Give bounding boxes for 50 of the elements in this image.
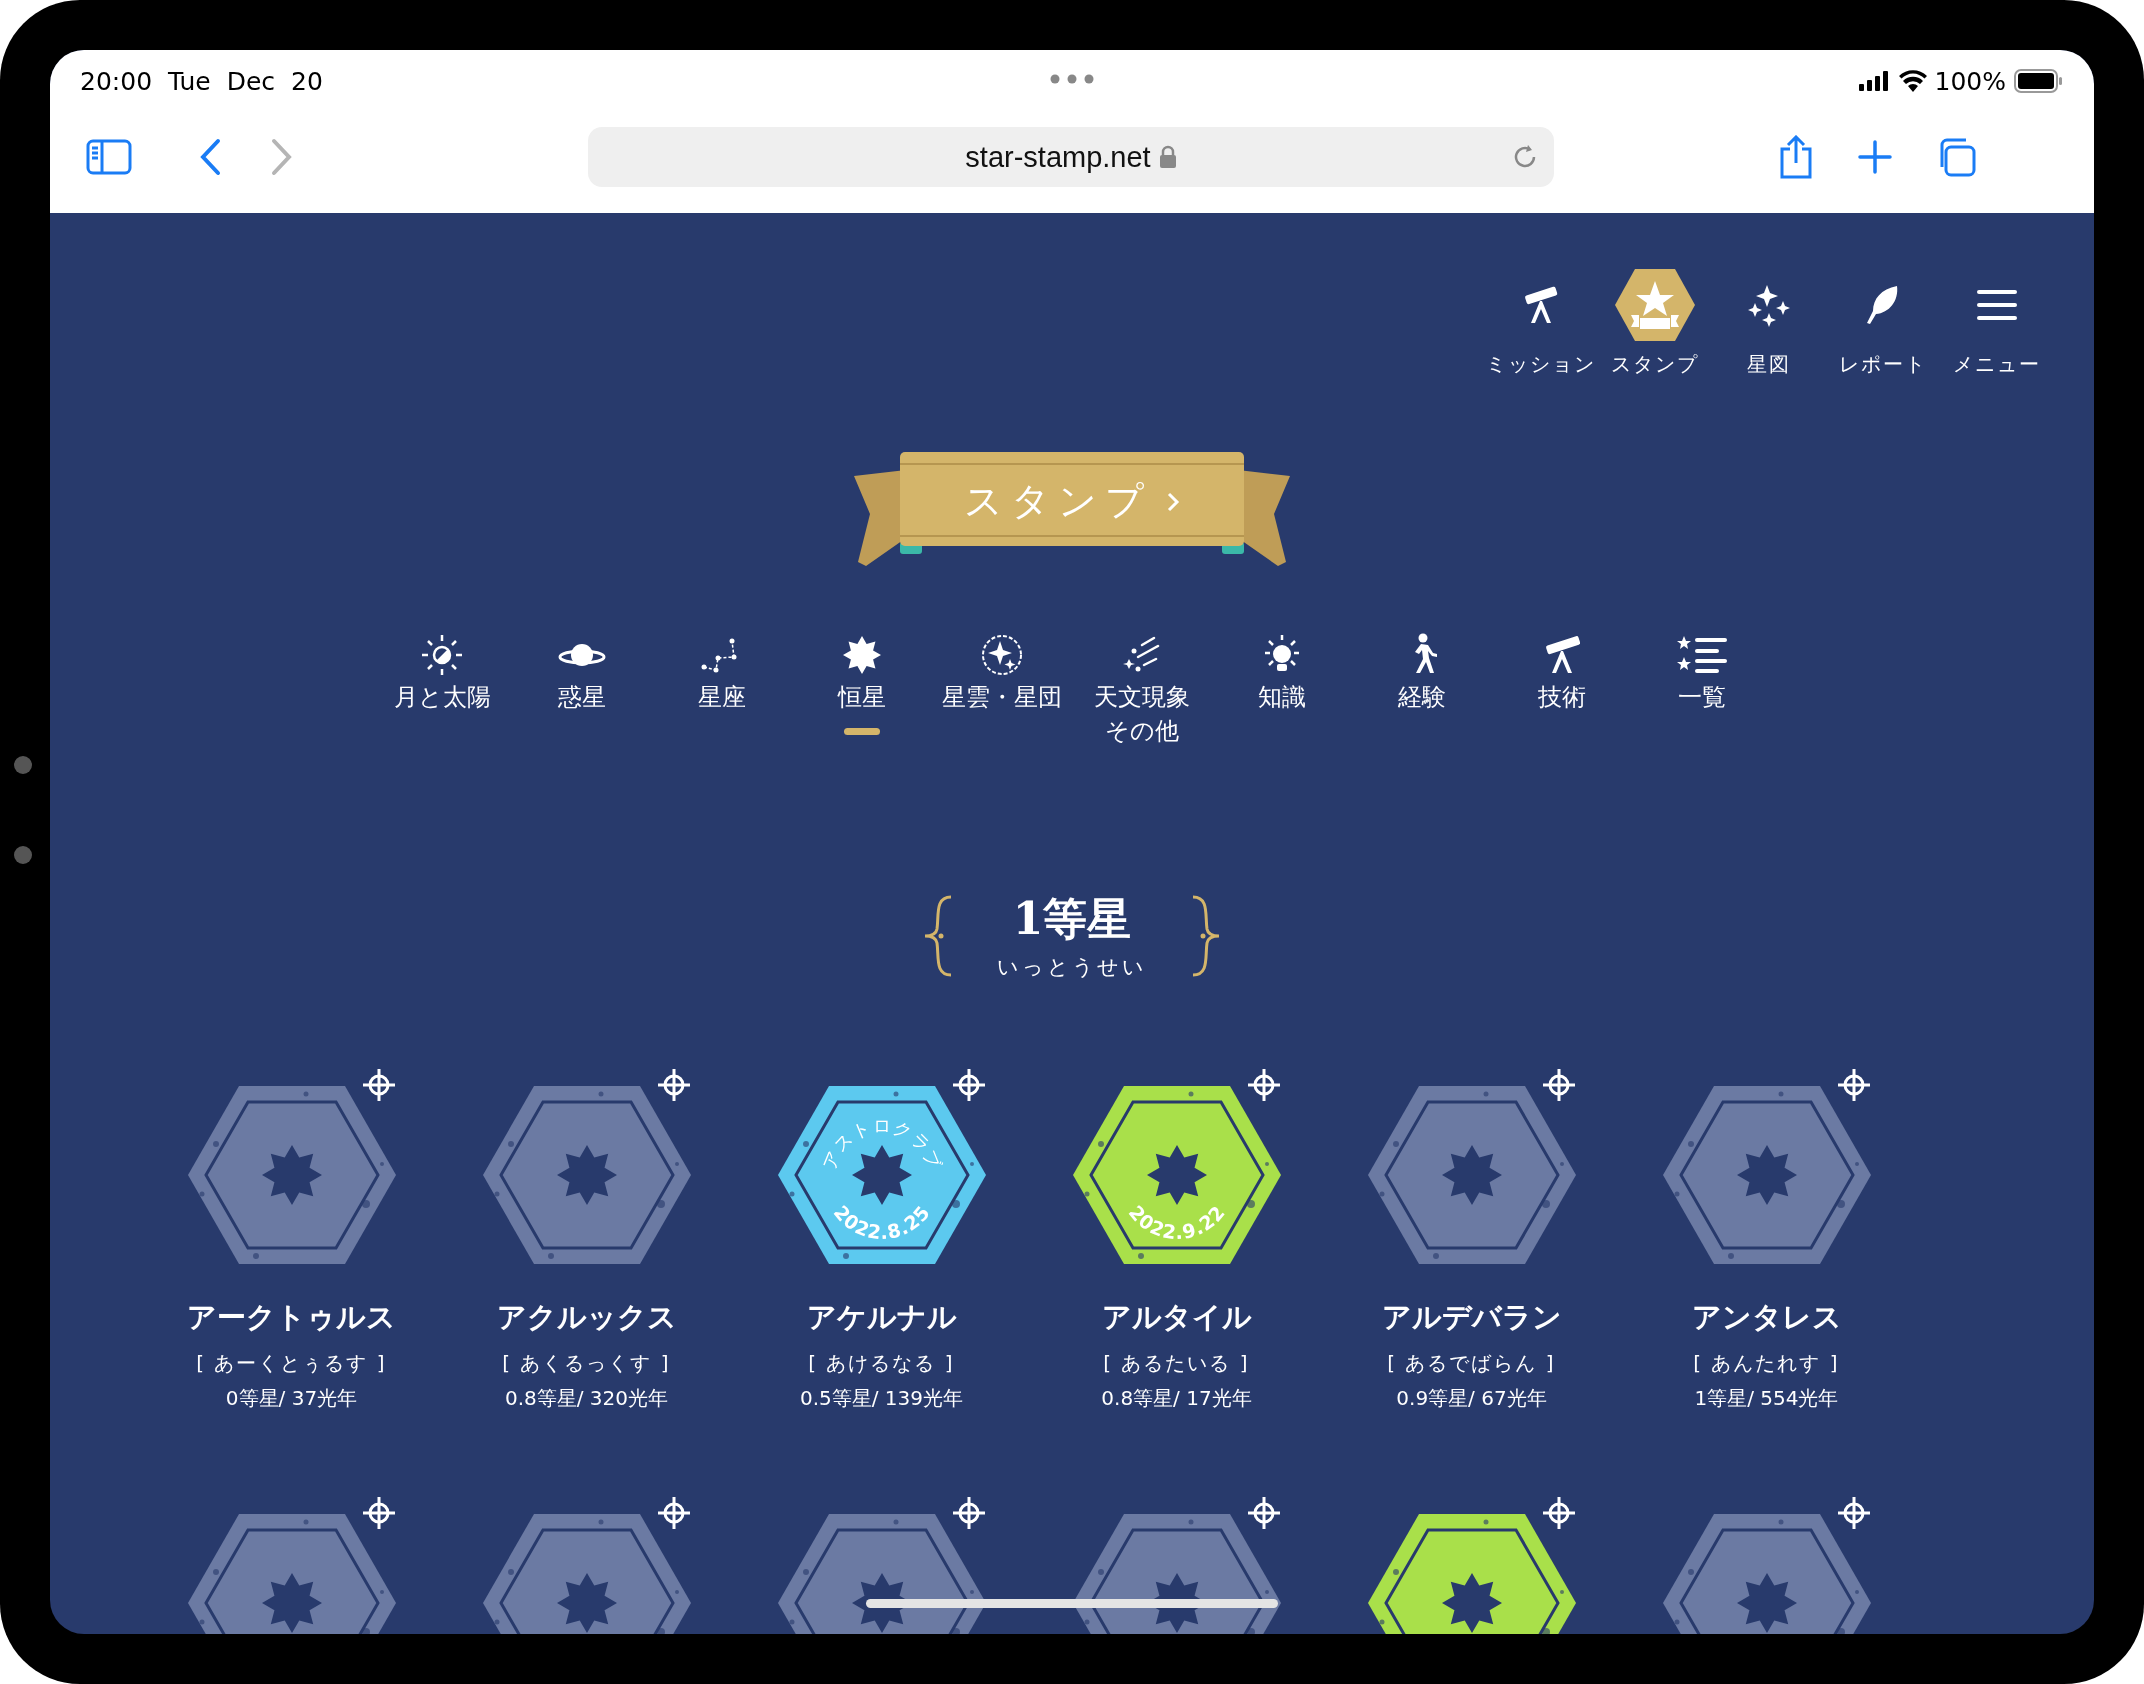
star-info: 0.9等星/ 67光年 [1396,1385,1547,1412]
category-tab[interactable]: 技術 [1501,630,1623,748]
category-tab[interactable]: 月と太陽 [381,630,503,748]
category-label: 経験 [1398,682,1446,712]
star-name: アクルックス [496,1299,677,1336]
category-label: その他 [1105,716,1179,746]
category-label: 恒星 [838,682,886,712]
category-tab[interactable]: 天文現象 その他 [1081,630,1203,748]
category-tab[interactable]: 星雲・星団 [941,630,1063,748]
category-tab[interactable]: 知識 [1221,630,1343,748]
category-label: 知識 [1258,682,1306,712]
address-bar[interactable]: star-stamp.net [588,127,1554,187]
star-reading: [ あーくとぅるす ] [196,1350,387,1377]
category-label: 天文現象 [1094,682,1190,712]
nav-item[interactable]: ミッション [1484,263,1598,378]
category-tab[interactable]: 星座 [661,630,783,748]
star-name: アケルナル [806,1299,957,1336]
category-tab[interactable]: 経験 [1361,630,1483,748]
star-name: アルタイル [1101,1299,1252,1336]
star-reading: [ あけるなる ] [808,1350,955,1377]
category-label: 一覧 [1678,682,1726,712]
star-name: アークトゥルス [187,1299,396,1336]
section-reading: いっとうせい [997,954,1147,981]
status-time: 20:00 Tue Dec 20 [80,66,323,96]
category-label: 星雲・星団 [942,682,1062,712]
star-info: 0.5等星/ 139光年 [799,1385,964,1412]
category-tab[interactable]: 一覧 [1641,630,1763,748]
nav-item[interactable]: レポート [1826,263,1940,378]
star-info: 0等星/ 37光年 [225,1385,358,1412]
star-name: アンタレス [1691,1299,1842,1336]
nav-item[interactable]: メニュー [1940,263,2054,378]
category-label: 月と太陽 [393,682,491,712]
star-reading: [ あるでばらん ] [1387,1350,1556,1377]
star-info: 0.8等星/ 17光年 [1101,1385,1252,1412]
category-label: 惑星 [558,682,606,712]
nav-item[interactable]: 星図 [1712,263,1826,378]
stamp-club-text: アストロクラブ [817,1115,946,1173]
star-reading: [ あくるっくす ] [502,1350,671,1377]
battery-percent: 100% [1934,66,2006,96]
star-reading: [ あんたれす ] [1693,1350,1840,1377]
star-reading: [ あるたいる ] [1103,1350,1250,1377]
star-name: アルデバラン [1381,1299,1562,1336]
category-tab[interactable]: 惑星 [521,630,643,748]
category-tab[interactable]: 恒星 [801,630,923,748]
star-info: 0.8等星/ 320光年 [504,1385,669,1412]
nav-item[interactable]: スタンプ [1598,263,1712,378]
star-info: 1等星/ 554光年 [1694,1385,1839,1412]
category-label: 星座 [698,682,746,712]
category-label: 技術 [1538,682,1586,712]
section-title: 1等星 [1012,892,1132,946]
